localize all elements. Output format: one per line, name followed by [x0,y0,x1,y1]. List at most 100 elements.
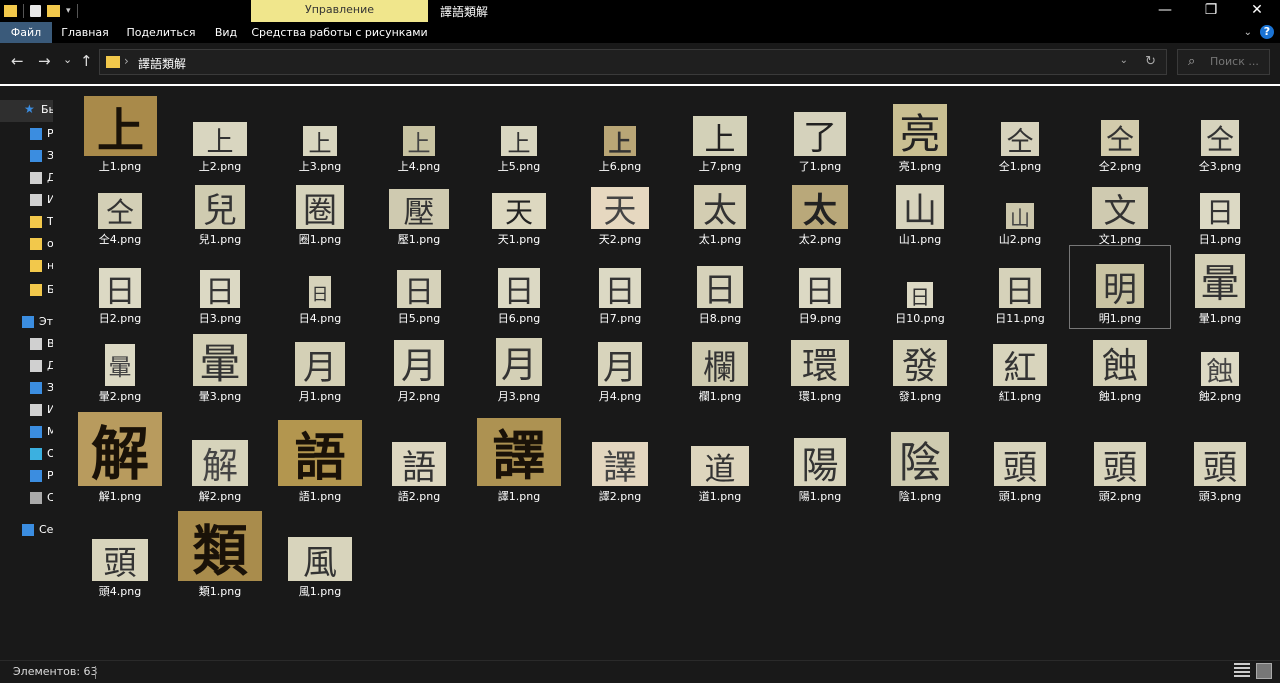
file-item[interactable]: 頭頭3.png [1170,404,1270,506]
file-item[interactable]: 太太2.png [770,179,870,249]
file-item[interactable]: 天天2.png [570,179,670,249]
file-item[interactable]: 太太1.png [670,179,770,249]
minimize-button[interactable]: — [1142,0,1188,22]
back-arrow-icon[interactable]: ← [11,52,24,70]
file-item[interactable]: 天天1.png [469,179,569,249]
sidebar-item[interactable]: О [0,444,53,466]
address-dropdown-icon[interactable]: ⌄ [1120,55,1128,66]
refresh-icon[interactable]: ↻ [1145,54,1156,69]
file-item[interactable]: 解解1.png [70,404,170,506]
breadcrumb-chevron-icon[interactable]: › [124,54,129,68]
file-item[interactable]: 日日7.png [570,246,670,328]
sidebar-item[interactable]: З [0,146,53,168]
file-item[interactable]: 山山2.png [970,179,1070,249]
file-item[interactable]: 日日3.png [170,246,270,328]
sidebar-item[interactable]: С [0,488,53,510]
forward-arrow-icon[interactable]: → [38,52,51,70]
file-item[interactable]: 頭頭2.png [1070,404,1170,506]
file-item[interactable]: 日日2.png [70,246,170,328]
sidebar-item[interactable]: н [0,256,53,278]
details-view-icon[interactable] [1234,663,1250,679]
file-item[interactable]: 譯譯2.png [570,404,670,506]
file-item[interactable]: 日日10.png [870,246,970,328]
tab-home[interactable]: Главная [52,22,118,43]
new-folder-icon[interactable] [47,5,60,17]
file-item[interactable]: 上上7.png [670,91,770,176]
file-item[interactable]: 上上4.png [369,91,469,176]
file-item[interactable]: 紅紅1.png [970,326,1070,406]
file-item[interactable]: 類類1.png [170,504,270,601]
sidebar-item[interactable]: Р [0,124,53,146]
sidebar-item[interactable]: о [0,234,53,256]
file-item[interactable]: 仝仝4.png [70,179,170,249]
file-item[interactable]: 語語1.png [270,404,370,506]
file-item[interactable]: 風風1.png [270,504,370,601]
file-item[interactable]: 譯譯1.png [469,404,569,506]
manage-contextual-tab[interactable]: Управление [251,0,428,22]
file-item[interactable]: 發發1.png [870,326,970,406]
tab-view[interactable]: Вид [204,22,248,43]
file-item[interactable]: 仝仝2.png [1070,91,1170,176]
file-item[interactable]: 上上1.png [70,91,170,176]
file-item[interactable]: 解解2.png [170,404,270,506]
file-item[interactable]: 明明1.png [1069,245,1171,329]
file-item[interactable]: 環環1.png [770,326,870,406]
large-icons-view-icon[interactable] [1256,663,1272,679]
file-item[interactable]: 日日8.png [670,246,770,328]
file-item[interactable]: 語語2.png [369,404,469,506]
file-item[interactable]: 陰陰1.png [870,404,970,506]
file-item[interactable]: 壓壓1.png [369,179,469,249]
file-item[interactable]: 亮亮1.png [870,91,970,176]
file-item[interactable]: 仝仝3.png [1170,91,1270,176]
file-item[interactable]: 日日1.png [1170,179,1270,249]
sidebar-item[interactable]: Т [0,212,53,234]
sidebar-item[interactable]: Р [0,466,53,488]
file-item[interactable]: 陽陽1.png [770,404,870,506]
file-item[interactable]: 蝕蝕1.png [1070,326,1170,406]
close-button[interactable]: ✕ [1234,0,1280,22]
sidebar-item[interactable]: В [0,334,53,356]
file-item[interactable]: 文文1.png [1070,179,1170,249]
breadcrumb[interactable]: 譯語類解 [138,55,186,72]
sidebar-item[interactable]: Эт [0,312,53,334]
file-item[interactable]: 月月1.png [270,326,370,406]
sidebar-item[interactable]: З [0,378,53,400]
folder-icon[interactable] [4,5,17,17]
file-item[interactable]: 月月2.png [369,326,469,406]
file-item[interactable]: 了了1.png [770,91,870,176]
expand-ribbon-icon[interactable]: ⌄ [1244,27,1252,38]
file-item[interactable]: 暈暈1.png [1170,246,1270,328]
file-item[interactable]: 月月4.png [570,326,670,406]
sidebar-item[interactable]: М [0,422,53,444]
file-item[interactable]: 暈暈3.png [170,326,270,406]
recent-locations-icon[interactable]: ⌄ [63,53,72,66]
file-item[interactable]: 仝仝1.png [970,91,1070,176]
help-icon[interactable]: ? [1260,25,1274,39]
tab-share[interactable]: Поделиться [118,22,204,43]
file-item[interactable]: 兒兒1.png [170,179,270,249]
file-item[interactable]: 日日11.png [970,246,1070,328]
file-item[interactable]: 月月3.png [469,326,569,406]
sidebar-item[interactable]: ★ Бы [0,100,53,122]
sidebar-item[interactable]: Д [0,356,53,378]
search-box[interactable]: ⌕ [1177,49,1270,75]
sidebar-item[interactable]: Б [0,280,53,302]
file-item[interactable]: 上上3.png [270,91,370,176]
up-arrow-icon[interactable]: ↑ [80,52,93,70]
tab-picture-tools[interactable]: Средства работы с рисунками [251,22,428,43]
file-item[interactable]: 山山1.png [870,179,970,249]
file-item[interactable]: 蝕蝕2.png [1170,326,1270,406]
file-item[interactable]: 日日4.png [270,246,370,328]
file-item[interactable]: 圈圈1.png [270,179,370,249]
maximize-button[interactable]: ❐ [1188,0,1234,22]
file-item[interactable]: 頭頭1.png [970,404,1070,506]
file-item[interactable]: 頭頭4.png [70,504,170,601]
address-bar[interactable]: › 譯語類解 ⌄ ↻ [99,49,1167,75]
sidebar-item[interactable]: И [0,190,53,212]
search-input[interactable] [1208,54,1270,69]
properties-icon[interactable] [30,5,41,17]
file-item[interactable]: 日日9.png [770,246,870,328]
file-item[interactable]: 欄欄1.png [670,326,770,406]
file-item[interactable]: 日日5.png [369,246,469,328]
file-item[interactable]: 日日6.png [469,246,569,328]
